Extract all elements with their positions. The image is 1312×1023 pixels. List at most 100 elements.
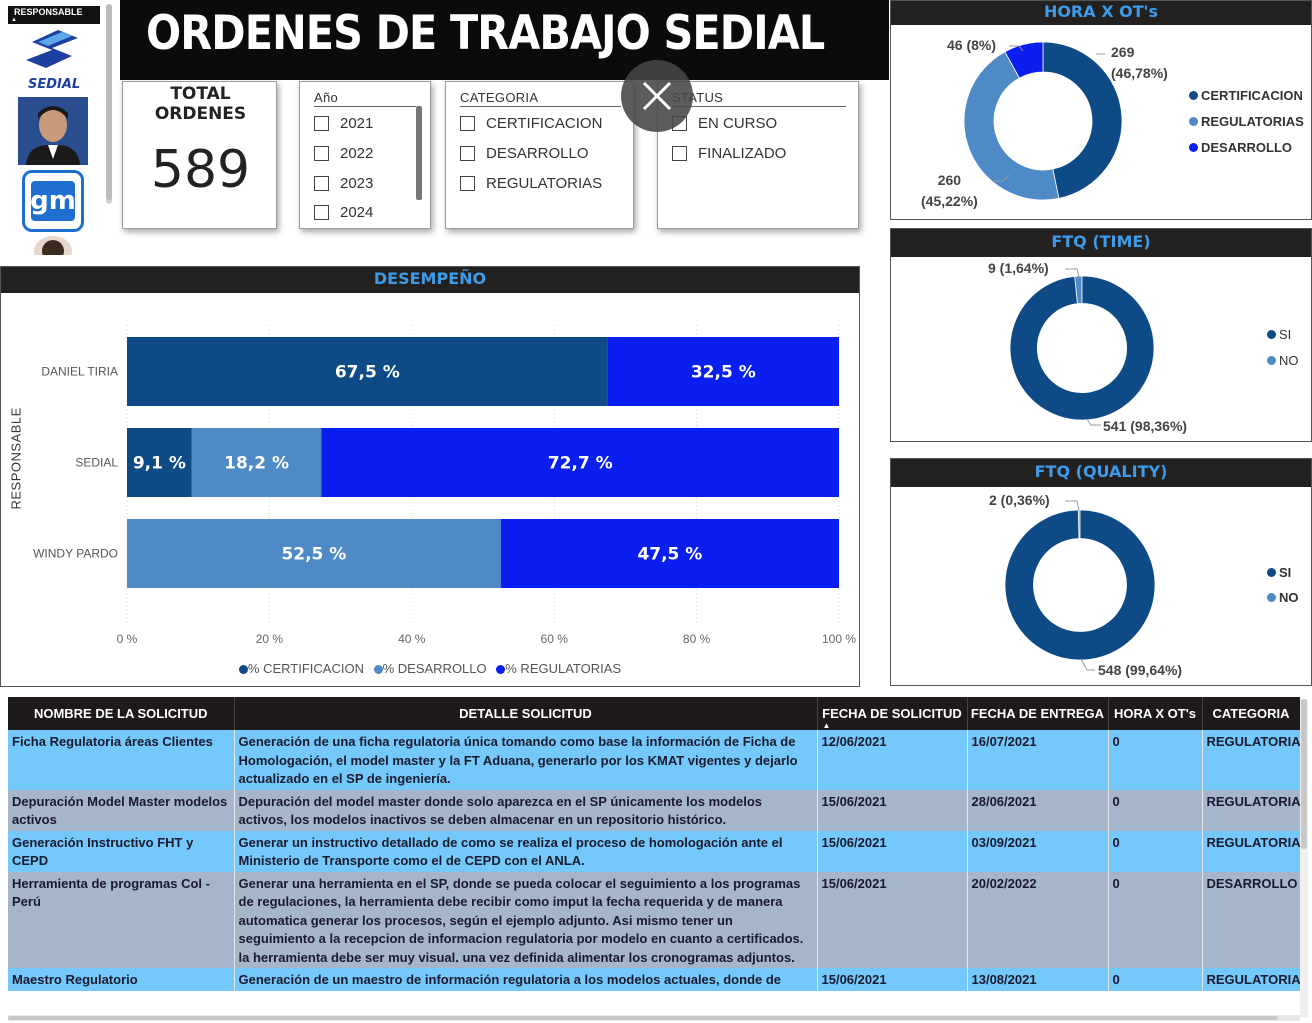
table-cell-fecha-solicitud: 12/06/2021 [817,730,968,790]
legend-label: NO [1279,590,1299,605]
table-vertical-scrollbar[interactable] [1300,699,1308,1017]
anio-option-2021[interactable]: 2021 [314,113,373,133]
ftq-quality-legend-no[interactable]: NO [1267,590,1299,605]
anio-option-2024[interactable]: 2024 [314,202,373,222]
column-header-nombre[interactable]: NOMBRE DE LA SOLICITUD [8,697,235,730]
legend-label: DESARROLLO [1201,140,1292,155]
table-horizontal-scrollbar[interactable] [8,1015,1300,1021]
anio-scrollbar[interactable] [416,106,422,200]
categoria-option-certificacion[interactable]: CERTIFICACION [460,113,602,133]
bar-data-label: 9,1 % [133,454,186,474]
table-cell-fecha-entrega: 16/07/2021 [967,730,1109,790]
donut-slice[interactable] [1004,509,1156,661]
status-option-finalizado[interactable]: FINALIZADO [672,143,786,163]
responsable-slicer-header[interactable]: ▲ RESPONSABLE [8,6,100,24]
table-header-row: NOMBRE DE LA SOLICITUD DETALLE SOLICITUD F… [8,697,1300,730]
close-button[interactable] [621,60,693,132]
table-cell-detalle: Depuración del model master donde solo a… [234,789,818,831]
desempeno-legend: % CERTIFICACION % DESARROLLO % REGULATOR… [1,661,859,676]
x-tick-label: 0 % [117,632,138,646]
sort-up-icon: ▲ [11,17,17,23]
column-header-detalle[interactable]: DETALLE SOLICITUD [234,697,818,730]
responsable-photo-windy[interactable] [34,236,72,255]
hora-ot-label-reg: 260 (45,22%) [921,172,978,209]
hora-ot-donut [963,41,1123,201]
categoria-slicer-title: CATEGORIA [460,90,621,107]
desempeno-chart-panel: DESEMPEÑO RESPONSABLE 0 % 20 % 40 % 60 % 80 … [0,266,860,687]
table-row[interactable]: Generación Instructivo FHT y CEPD Generar… [8,830,1300,872]
anio-option-label: 2023 [340,174,374,192]
table-cell-categoria: REGULATORIA [1202,830,1300,872]
table-cell-categoria: REGULATORIA [1202,730,1300,790]
categoria-option-desarrollo[interactable]: DESARROLLO [460,143,589,163]
responsable-slicer-title: RESPONSABLE [14,7,83,17]
legend-item-regulatorias[interactable]: % REGULATORIAS [496,661,621,676]
ftq-quality-legend-si[interactable]: SI [1267,565,1291,580]
legend-item-desarrollo[interactable]: % DESARROLLO [373,661,487,676]
table-cell-categoria: DESARROLLO [1202,871,1300,968]
x-tick-label: 60 % [541,632,569,646]
ftq-time-label-si: 541 (98,36%) [1103,418,1188,434]
status-option-label: FINALIZADO [698,144,787,162]
column-header-hora-ot[interactable]: HORA X OT's [1108,697,1203,730]
checkbox-icon[interactable] [314,115,329,131]
table-row[interactable]: Herramienta de programas Col - Perú Gener… [8,871,1300,968]
bar-data-label: 72,7 % [548,454,613,474]
ftq-time-legend-no[interactable]: NO [1267,353,1299,368]
categoria-option-label: DESARROLLO [486,144,589,162]
ftq-time-donut [1009,275,1155,421]
bar-data-label: 18,2 % [224,454,289,474]
table-cell-nombre: Maestro Regulatorio [8,968,235,991]
page-title: ORDENES DE TRABAJO SEDIAL [146,6,825,61]
ftq-quality-donut [1004,509,1156,661]
hora-ot-title: HORA X OT's [891,1,1311,25]
sedial-logo[interactable]: SEDIAL [22,28,82,94]
y-category-label: DANIEL TIRIA [41,365,118,379]
legend-label: % DESARROLLO [382,661,487,676]
table-row[interactable]: Ficha Regulatoria áreas Clientes Generaci… [8,730,1300,790]
bar-data-label: 32,5 % [691,363,756,383]
anio-option-label: 2021 [340,114,374,132]
categoria-option-regulatorias[interactable]: REGULATORIAS [460,173,602,193]
checkbox-icon[interactable] [460,145,475,161]
table-cell-detalle: Generación de una ficha regulatoria únic… [234,730,818,790]
legend-item-certificacion[interactable]: % CERTIFICACION [238,661,364,676]
gm-logo-text: gm [30,186,76,216]
person-photo-icon [18,97,88,165]
hora-ot-legend-certificacion[interactable]: CERTIFICACION [1189,88,1303,103]
responsable-photo-daniel[interactable] [18,97,88,165]
y-category-label: WINDY PARDO [33,547,118,561]
column-header-categoria[interactable]: CATEGORIA [1202,697,1300,730]
checkbox-icon[interactable] [314,204,329,220]
ftq-time-label-no: 9 (1,64%) [988,260,1049,276]
checkbox-icon[interactable] [672,145,687,161]
donut-slice[interactable] [963,51,1060,201]
checkbox-icon[interactable] [314,145,329,161]
responsable-scrollbar[interactable] [106,4,112,204]
sedial-logo-icon [26,30,78,68]
responsable-gm-logo[interactable]: gm [22,170,84,232]
checkbox-icon[interactable] [460,115,475,131]
total-ordenes-value: 589 [150,140,251,200]
table-cell-fecha-entrega: 20/02/2022 [967,871,1109,968]
checkbox-icon[interactable] [314,175,329,191]
table-row[interactable]: Depuración Model Master modelos activos D… [8,789,1300,831]
hora-ot-legend-regulatorias[interactable]: REGULATORIAS [1189,114,1304,129]
anio-slicer: Año 2021 2022 2023 2024 [299,81,431,229]
ftq-quality-label-no: 2 (0,36%) [989,492,1050,508]
bar-data-label: 67,5 % [335,363,400,383]
ftq-time-legend-si[interactable]: SI [1267,327,1291,342]
checkbox-icon[interactable] [460,175,475,191]
column-header-fecha-entrega[interactable]: FECHA DE ENTREGA [967,697,1109,730]
table-cell-detalle: Generación de un maestro de información … [234,968,818,991]
hora-ot-label-cert: 269 (46,78%) [1111,44,1168,81]
anio-option-2023[interactable]: 2023 [314,173,373,193]
column-header-fecha-solicitud[interactable]: FECHA DE SOLICITUD ▲ [817,697,968,730]
anio-option-2022[interactable]: 2022 [314,143,373,163]
legend-label: % CERTIFICACION [247,661,364,676]
donut-slice[interactable] [1009,275,1155,421]
table-row[interactable]: Maestro Regulatorio Generación de un maes… [8,968,1300,991]
table-cell-fecha-solicitud: 15/06/2021 [817,789,968,831]
hora-ot-legend-desarrollo[interactable]: DESARROLLO [1189,140,1292,155]
bar-data-label: 47,5 % [637,545,702,565]
